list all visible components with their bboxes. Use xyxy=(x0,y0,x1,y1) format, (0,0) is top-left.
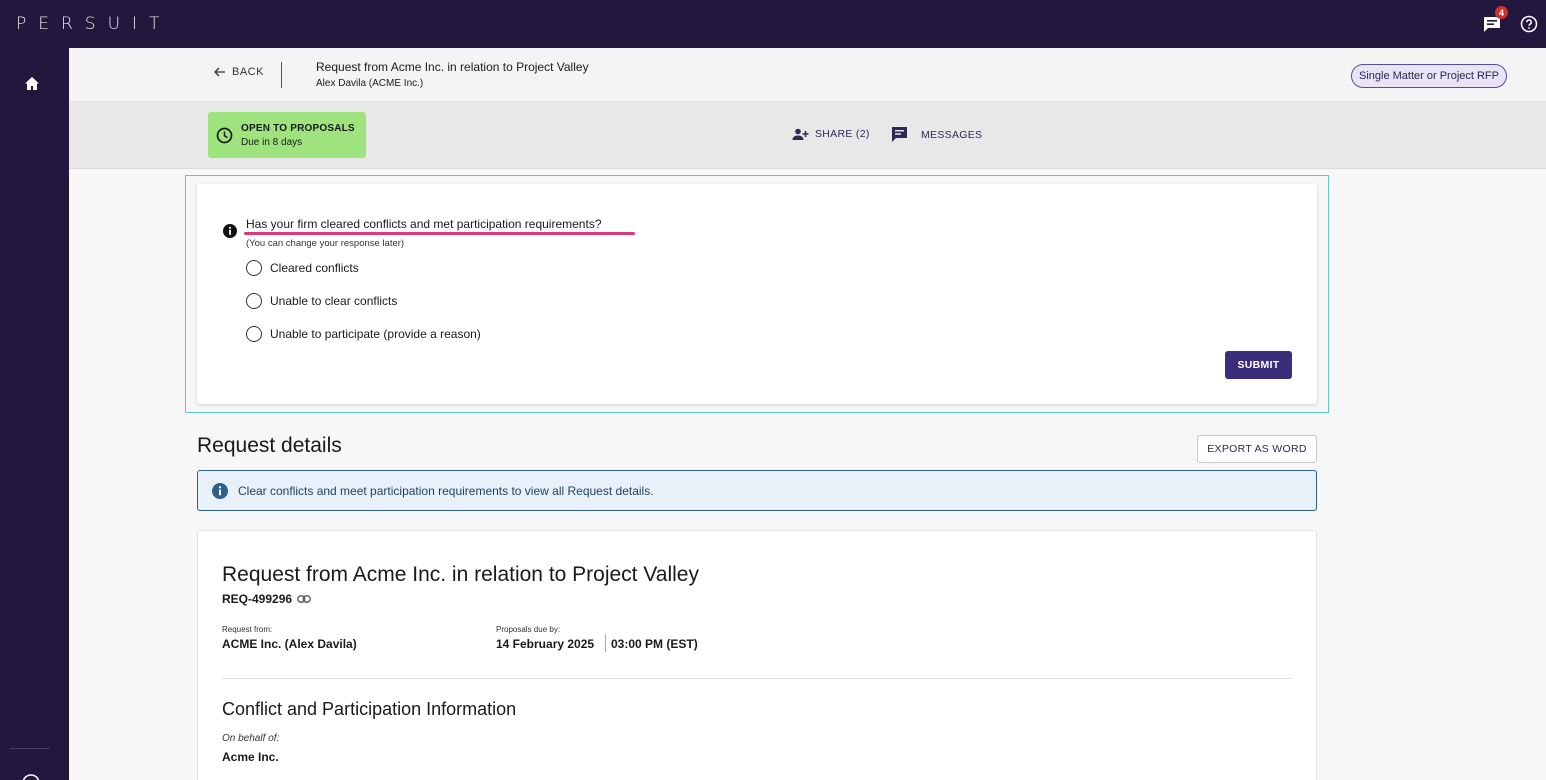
on-behalf-label: On behalf of: xyxy=(222,733,280,744)
back-button[interactable]: BACK xyxy=(214,66,264,78)
option-label: Unable to clear conflicts xyxy=(270,294,398,308)
radio-button[interactable] xyxy=(246,260,262,276)
request-title: Request from Acme Inc. in relation to Pr… xyxy=(316,60,589,74)
info-icon xyxy=(223,224,237,238)
status-title: OPEN TO PROPOSALS xyxy=(241,122,355,134)
conflict-info-heading: Conflict and Participation Information xyxy=(222,699,517,719)
option-unable-to-clear[interactable]: Unable to clear conflicts xyxy=(246,293,397,309)
notifications-button[interactable]: 4 xyxy=(1480,6,1508,36)
help-button[interactable] xyxy=(1518,13,1540,35)
back-label: BACK xyxy=(232,66,264,78)
messages-label: MESSAGES xyxy=(921,128,983,141)
request-details-heading: Request details xyxy=(197,434,342,457)
option-label: Cleared conflicts xyxy=(270,261,359,275)
share-people-icon xyxy=(792,128,809,140)
request-card-title: Request from Acme Inc. in relation to Pr… xyxy=(222,563,699,586)
request-summary-card: Request from Acme Inc. in relation to Pr… xyxy=(197,530,1317,780)
rfp-type-chip[interactable]: Single Matter or Project RFP xyxy=(1351,64,1507,88)
messages-icon xyxy=(892,127,907,142)
info-banner-text: Clear conflicts and meet participation r… xyxy=(238,483,654,498)
request-from-value: ACME Inc. (Alex Davila) xyxy=(222,637,357,651)
option-unable-to-participate[interactable]: Unable to participate (provide a reason) xyxy=(246,326,481,342)
proposals-due-date: 14 February 2025 xyxy=(496,637,595,651)
home-button[interactable] xyxy=(21,72,43,94)
status-bar: OPEN TO PROPOSALS Due in 8 days SHARE (2… xyxy=(69,102,1546,169)
submit-button[interactable]: SUBMIT xyxy=(1225,351,1292,379)
radio-button[interactable] xyxy=(246,326,262,342)
option-label: Unable to participate (provide a reason) xyxy=(270,327,481,341)
notification-badge: 4 xyxy=(1495,6,1508,19)
info-icon xyxy=(212,482,228,499)
sidebar-divider xyxy=(10,748,50,749)
info-banner: Clear conflicts and meet participation r… xyxy=(197,470,1317,511)
share-label: SHARE (2) xyxy=(815,128,870,140)
proposals-due-time: 03:00 PM (EST) xyxy=(611,637,698,651)
persuit-logo[interactable]: PERSUIT xyxy=(16,14,171,34)
conflict-hint: (You can change your response later) xyxy=(246,238,405,249)
proposals-due-label: Proposals due by: xyxy=(496,625,561,634)
sidebar xyxy=(0,48,69,780)
share-button[interactable]: SHARE (2) xyxy=(792,128,870,140)
request-requester: Alex Davila (ACME Inc.) xyxy=(316,78,424,89)
link-icon[interactable] xyxy=(297,595,311,603)
conflict-question: Has your firm cleared conflicts and met … xyxy=(246,217,602,231)
question-underline-mark xyxy=(244,232,635,235)
home-icon xyxy=(25,76,39,90)
request-from-label: Request from: xyxy=(222,625,273,634)
on-behalf-value: Acme Inc. xyxy=(222,750,279,764)
conflict-check-card: Has your firm cleared conflicts and met … xyxy=(197,184,1317,404)
export-as-word-button[interactable]: EXPORT AS WORD xyxy=(1197,435,1317,463)
account-icon[interactable] xyxy=(20,772,42,780)
request-header: BACK Request from Acme Inc. in relation … xyxy=(69,48,1546,102)
request-ref: REQ-499296 xyxy=(222,592,311,606)
arrow-left-icon xyxy=(214,67,225,77)
date-time-divider xyxy=(605,634,606,652)
radio-button[interactable] xyxy=(246,293,262,309)
help-icon xyxy=(1520,15,1538,33)
top-navbar: PERSUIT 4 xyxy=(0,0,1546,48)
option-cleared-conflicts[interactable]: Cleared conflicts xyxy=(246,260,359,276)
status-badge: OPEN TO PROPOSALS Due in 8 days xyxy=(208,112,366,158)
messages-button[interactable]: MESSAGES xyxy=(891,126,982,143)
request-ref-number: REQ-499296 xyxy=(222,592,293,606)
clock-icon xyxy=(216,127,233,143)
header-divider xyxy=(281,62,282,88)
section-divider xyxy=(222,678,1292,679)
status-due: Due in 8 days xyxy=(241,136,303,148)
